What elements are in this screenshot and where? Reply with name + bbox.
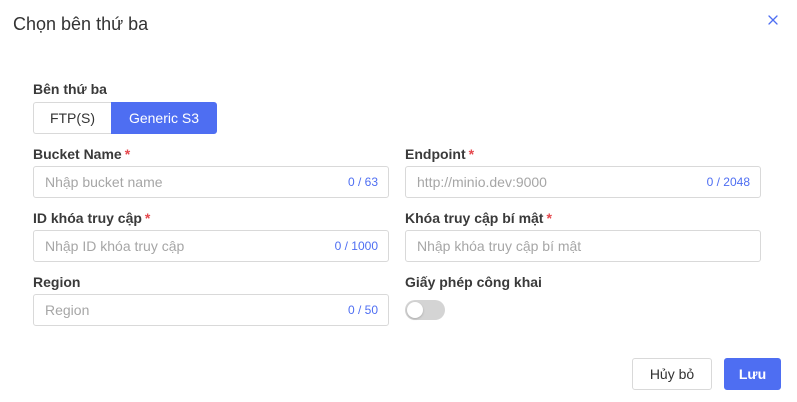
bucket-name-label: Bucket Name * bbox=[33, 146, 130, 162]
required-marker: * bbox=[546, 210, 552, 226]
public-license-toggle[interactable] bbox=[405, 300, 445, 320]
bucket-name-counter: 0 / 63 bbox=[347, 175, 378, 189]
select-third-party-dialog: Chọn bên thứ ba Bên thứ ba FTP(S) Generi… bbox=[0, 0, 797, 402]
dialog-title: Chọn bên thứ ba bbox=[13, 14, 149, 34]
cancel-button[interactable]: Hủy bỏ bbox=[632, 358, 712, 390]
region-input[interactable] bbox=[34, 295, 348, 325]
provider-option-generic-s3[interactable]: Generic S3 bbox=[111, 102, 217, 134]
endpoint-field: 0 / 2048 bbox=[405, 166, 761, 198]
region-field: 0 / 50 bbox=[33, 294, 389, 326]
close-icon[interactable] bbox=[766, 13, 780, 27]
endpoint-label: Endpoint * bbox=[405, 146, 474, 162]
public-license-label-text: Giấy phép công khai bbox=[405, 274, 542, 290]
region-label: Region bbox=[33, 274, 80, 290]
access-key-id-input[interactable] bbox=[34, 231, 335, 261]
bucket-name-label-text: Bucket Name bbox=[33, 146, 122, 162]
provider-option-ftps[interactable]: FTP(S) bbox=[33, 102, 111, 134]
endpoint-counter: 0 / 2048 bbox=[706, 175, 750, 189]
region-counter: 0 / 50 bbox=[347, 303, 378, 317]
bucket-name-input[interactable] bbox=[34, 167, 348, 197]
provider-label: Bên thứ ba bbox=[33, 81, 107, 97]
save-button[interactable]: Lưu bbox=[724, 358, 781, 390]
secret-key-field bbox=[405, 230, 761, 262]
provider-segmented-control: FTP(S) Generic S3 bbox=[33, 102, 217, 134]
region-label-text: Region bbox=[33, 274, 81, 290]
secret-key-input[interactable] bbox=[406, 231, 760, 261]
access-key-id-counter: 0 / 1000 bbox=[334, 239, 378, 253]
required-marker: * bbox=[144, 210, 151, 226]
secret-key-label: Khóa truy cập bí mật * bbox=[405, 210, 552, 226]
bucket-name-field: 0 / 63 bbox=[33, 166, 389, 198]
required-marker: * bbox=[124, 146, 131, 162]
access-key-id-label-text: ID khóa truy cập bbox=[33, 210, 142, 226]
public-license-label: Giấy phép công khai bbox=[405, 274, 542, 290]
toggle-knob bbox=[407, 302, 423, 318]
provider-label-text: Bên thứ ba bbox=[33, 81, 107, 97]
required-marker: * bbox=[468, 146, 475, 162]
access-key-id-field: 0 / 1000 bbox=[33, 230, 389, 262]
endpoint-label-text: Endpoint bbox=[405, 146, 466, 162]
access-key-id-label: ID khóa truy cập * bbox=[33, 210, 150, 226]
secret-key-label-text: Khóa truy cập bí mật bbox=[405, 210, 544, 226]
endpoint-input[interactable] bbox=[406, 167, 707, 197]
